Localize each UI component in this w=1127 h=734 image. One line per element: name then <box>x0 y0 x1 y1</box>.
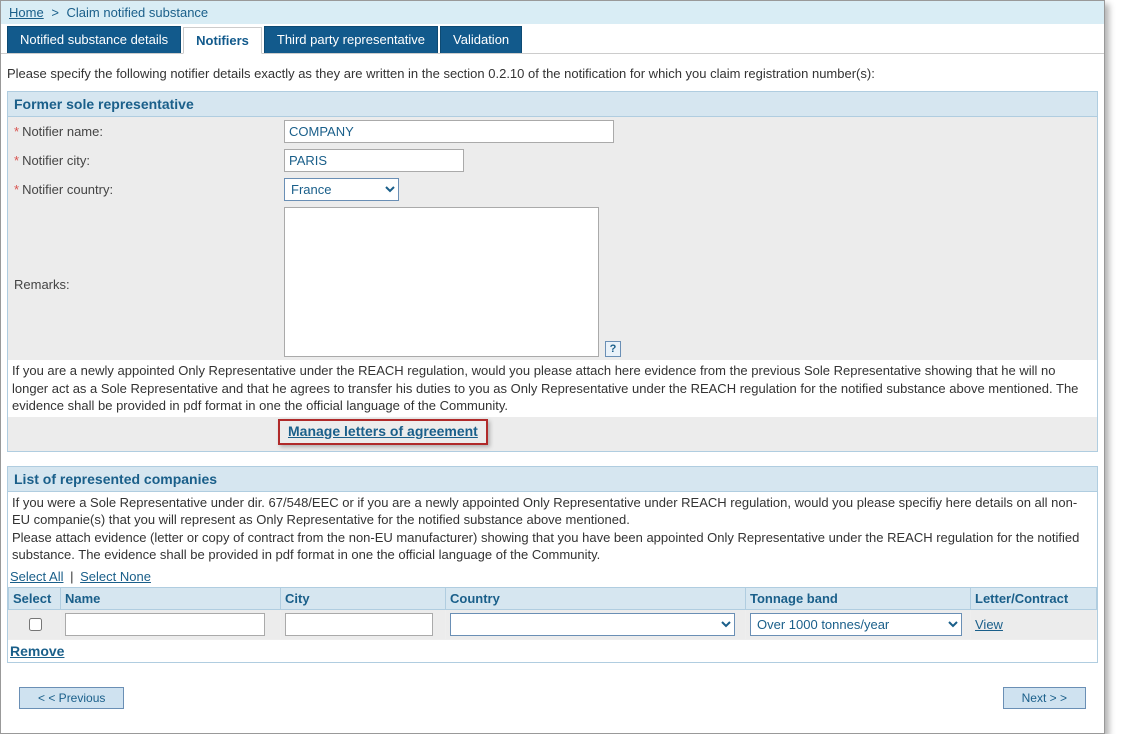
section-former-sole-rep: Former sole representative *Notifier nam… <box>7 91 1098 452</box>
breadcrumb-current: Claim notified substance <box>67 5 209 20</box>
remove-link[interactable]: Remove <box>10 643 64 659</box>
page-container: Home > Claim notified substance Notified… <box>0 0 1105 734</box>
col-country: Country <box>446 587 746 609</box>
required-marker: * <box>14 182 19 197</box>
tab-third-party-representative[interactable]: Third party representative <box>264 26 438 53</box>
remarks-textarea[interactable] <box>284 207 599 357</box>
previous-button[interactable]: < < Previous <box>19 687 124 709</box>
companies-table: Select Name City Country Tonnage band Le… <box>8 587 1097 640</box>
col-tonnage: Tonnage band <box>746 587 971 609</box>
remove-row: Remove <box>8 640 1097 662</box>
nav-buttons-row: < < Previous Next > > <box>7 677 1098 723</box>
row-notifier-country: *Notifier country: France <box>8 175 1097 204</box>
list-companies-text: If you were a Sole Representative under … <box>8 492 1097 566</box>
row-tonnage-select[interactable]: Over 1000 tonnes/year <box>750 613 962 636</box>
help-icon[interactable]: ? <box>605 341 621 357</box>
select-divider: | <box>70 569 73 584</box>
notifier-city-input[interactable] <box>284 149 464 172</box>
tab-bar: Notified substance details Notifiers Thi… <box>1 24 1104 54</box>
tab-notified-substance-details[interactable]: Notified substance details <box>7 26 181 53</box>
section-header-list: List of represented companies <box>8 467 1097 492</box>
tab-validation[interactable]: Validation <box>440 26 522 53</box>
breadcrumb-home-link[interactable]: Home <box>9 5 44 20</box>
notifier-name-input[interactable] <box>284 120 614 143</box>
label-remarks: Remarks: <box>14 273 284 292</box>
next-button[interactable]: Next > > <box>1003 687 1086 709</box>
section-header-former: Former sole representative <box>8 92 1097 117</box>
select-none-link[interactable]: Select None <box>80 569 151 584</box>
section-list-companies: List of represented companies If you wer… <box>7 466 1098 663</box>
row-notifier-name: *Notifier name: <box>8 117 1097 146</box>
breadcrumb: Home > Claim notified substance <box>1 1 1104 24</box>
select-all-link[interactable]: Select All <box>10 569 63 584</box>
col-select: Select <box>9 587 61 609</box>
label-notifier-country: *Notifier country: <box>14 178 284 197</box>
notifier-country-select[interactable]: France <box>284 178 399 201</box>
label-notifier-city: *Notifier city: <box>14 149 284 168</box>
col-letter: Letter/Contract <box>971 587 1097 609</box>
select-actions-row: Select All | Select None <box>8 566 1097 587</box>
required-marker: * <box>14 153 19 168</box>
instructions-text: Please specify the following notifier de… <box>7 60 1098 91</box>
or-evidence-text: If you are a newly appointed Only Repres… <box>8 360 1097 417</box>
content-area: Please specify the following notifier de… <box>1 54 1104 733</box>
manage-letters-highlight-box: Manage letters of agreement <box>278 419 488 445</box>
manage-link-row: Manage letters of agreement <box>8 417 1097 451</box>
row-city-input[interactable] <box>285 613 433 636</box>
required-marker: * <box>14 124 19 139</box>
breadcrumb-separator: > <box>51 5 59 20</box>
row-remarks: Remarks: ? <box>8 204 1097 360</box>
row-name-input[interactable] <box>65 613 265 636</box>
row-notifier-city: *Notifier city: <box>8 146 1097 175</box>
row-view-link[interactable]: View <box>975 617 1003 632</box>
label-notifier-name: *Notifier name: <box>14 120 284 139</box>
col-city: City <box>281 587 446 609</box>
tab-notifiers[interactable]: Notifiers <box>183 27 262 54</box>
table-row: Over 1000 tonnes/year View <box>9 609 1097 639</box>
row-country-select[interactable] <box>450 613 735 636</box>
row-select-checkbox[interactable] <box>29 618 42 631</box>
col-name: Name <box>61 587 281 609</box>
manage-letters-link[interactable]: Manage letters of agreement <box>288 423 478 439</box>
